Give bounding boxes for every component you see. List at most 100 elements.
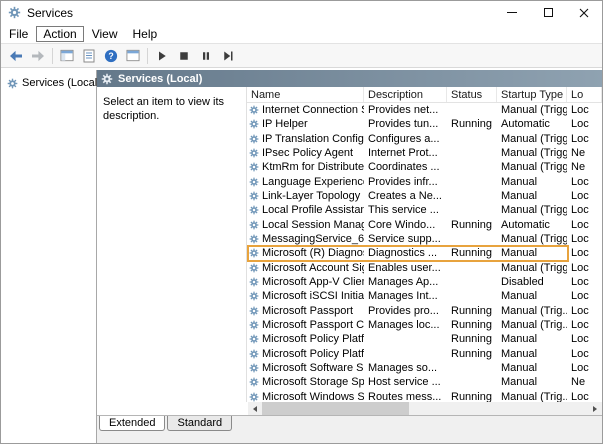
table-row[interactable]: Microsoft Passport Provides pro... Runni… (247, 304, 602, 318)
service-log-on-as: Loc (571, 104, 589, 117)
service-icon (249, 392, 259, 402)
scroll-left-button[interactable] (248, 402, 262, 415)
table-row[interactable]: Internet Connection Sharing... Provides … (247, 103, 602, 117)
service-icon (249, 205, 259, 215)
help-button[interactable]: ? (100, 46, 122, 66)
stop-service-button[interactable] (173, 46, 195, 66)
service-name: Microsoft App-V Client (262, 276, 364, 289)
restart-service-button[interactable] (217, 46, 239, 66)
table-row[interactable]: Microsoft Storage Spaces S Host service … (247, 375, 602, 389)
pause-service-button[interactable] (195, 46, 217, 66)
table-row[interactable]: Local Profile Assistant Service This ser… (247, 203, 602, 217)
scrollbar-track[interactable] (262, 402, 588, 415)
service-status: Running (451, 390, 492, 402)
service-icon (249, 220, 259, 230)
service-startup-type: Automatic (501, 218, 550, 231)
table-row[interactable]: Microsoft Windows SMS Ro... Routes mess.… (247, 390, 602, 402)
tab-standard[interactable]: Standard (167, 416, 233, 431)
toolbar-separator (147, 47, 148, 64)
start-service-button[interactable] (151, 46, 173, 66)
tree-item-services-local[interactable]: Services (Local) (1, 75, 101, 91)
table-row[interactable]: MessagingService_6c1b0 Service supp... M… (247, 232, 602, 246)
close-button[interactable] (566, 1, 602, 24)
show-console-tree-icon (60, 49, 74, 62)
service-name: MessagingService_6c1b0 (262, 233, 364, 246)
help-icon: ? (104, 49, 118, 62)
service-startup-type: Manual (Trigg... (501, 147, 567, 160)
show-console-tree-button[interactable] (56, 46, 78, 66)
table-row[interactable]: Microsoft Passport Container Manages loc… (247, 318, 602, 332)
services-rows: Internet Connection Sharing... Provides … (247, 103, 602, 402)
service-startup-type: Manual (Trigg... (501, 261, 567, 274)
svg-text:?: ? (108, 51, 113, 61)
scroll-right-button[interactable] (588, 402, 602, 415)
service-log-on-as: Loc (571, 233, 589, 246)
service-log-on-as: Loc (571, 175, 589, 188)
service-log-on-as: Loc (571, 319, 589, 332)
menu-view[interactable]: View (85, 26, 125, 42)
service-startup-type: Manual (Trigg... (501, 104, 567, 117)
service-icon (249, 191, 259, 201)
column-header-description[interactable]: Description (364, 87, 447, 102)
description-placeholder-text: Select an item to view its description. (103, 96, 225, 123)
service-log-on-as: Loc (571, 218, 589, 231)
service-name: Microsoft Policy Platform P... (262, 347, 364, 360)
service-icon (249, 334, 259, 344)
menu-file[interactable]: File (2, 26, 35, 42)
service-log-on-as: Loc (571, 247, 589, 260)
service-name: Internet Connection Sharing... (262, 104, 364, 117)
console-tree-pane: Services (Local) (1, 70, 101, 443)
table-row[interactable]: Microsoft App-V Client Manages Ap... Dis… (247, 275, 602, 289)
menu-help[interactable]: Help (126, 26, 165, 42)
tab-extended[interactable]: Extended (99, 416, 166, 431)
column-header-log-on-as[interactable]: Lo (567, 87, 602, 102)
service-name: Local Session Manager (262, 218, 364, 231)
service-description: Internet Prot... (368, 147, 438, 160)
table-row[interactable]: IPsec Policy Agent Internet Prot... Manu… (247, 146, 602, 160)
service-icon (249, 162, 259, 172)
service-log-on-as: Loc (571, 204, 589, 217)
table-row[interactable]: Microsoft Policy Platform Lo... Running … (247, 332, 602, 346)
service-startup-type: Manual (Trigg... (501, 161, 567, 174)
service-log-on-as: Loc (571, 261, 589, 274)
properties-window-icon (126, 49, 140, 62)
table-row[interactable]: Link-Layer Topology Discove... Creates a… (247, 189, 602, 203)
tree-item-label: Services (Local) (22, 77, 101, 89)
table-row[interactable]: Local Session Manager Core Windo... Runn… (247, 218, 602, 232)
horizontal-scrollbar[interactable] (248, 402, 602, 415)
table-row[interactable]: Microsoft (R) Diagnostics Hu... Diagnost… (247, 246, 602, 260)
column-header-startup-type[interactable]: Startup Type (497, 87, 567, 102)
services-window: Services File Action View Help ? Service… (0, 0, 603, 444)
service-startup-type: Manual (501, 347, 538, 360)
column-header-status[interactable]: Status (447, 87, 497, 102)
service-description: Host service ... (368, 376, 441, 389)
service-log-on-as: Ne (571, 147, 586, 160)
service-log-on-as: Ne (571, 376, 586, 389)
properties-window-button[interactable] (122, 46, 144, 66)
pause-service-icon (203, 51, 209, 60)
table-row[interactable]: Microsoft Software Shadow ... Manages so… (247, 361, 602, 375)
service-icon (249, 320, 259, 330)
table-row[interactable]: Microsoft iSCSI Initiator Serv Manages I… (247, 289, 602, 303)
table-row[interactable]: IP Helper Provides tun... Running Automa… (247, 117, 602, 131)
service-icon (249, 306, 259, 316)
service-name: Microsoft Windows SMS Ro... (262, 390, 364, 402)
service-icon (249, 248, 259, 258)
service-description: Coordinates ... (368, 161, 440, 174)
back-button[interactable] (5, 46, 27, 66)
minimize-button[interactable] (494, 1, 530, 24)
table-row[interactable]: Microsoft Policy Platform P... Running M… (247, 347, 602, 361)
menu-action[interactable]: Action (36, 25, 84, 42)
table-row[interactable]: KtmRm for Distributed Trans... Coordinat… (247, 160, 602, 174)
titlebar: Services (1, 1, 602, 24)
maximize-button[interactable] (530, 1, 566, 24)
scrollbar-thumb[interactable] (262, 402, 409, 415)
forward-button[interactable] (27, 46, 49, 66)
service-icon (249, 291, 259, 301)
table-row[interactable]: Microsoft Account Sign-in A... Enables u… (247, 261, 602, 275)
column-header-name[interactable]: Name (247, 87, 364, 102)
table-row[interactable]: Language Experience Service Provides inf… (247, 175, 602, 189)
service-startup-type: Disabled (501, 276, 544, 289)
export-list-button[interactable] (78, 46, 100, 66)
table-row[interactable]: IP Translation Configuration ... Configu… (247, 132, 602, 146)
